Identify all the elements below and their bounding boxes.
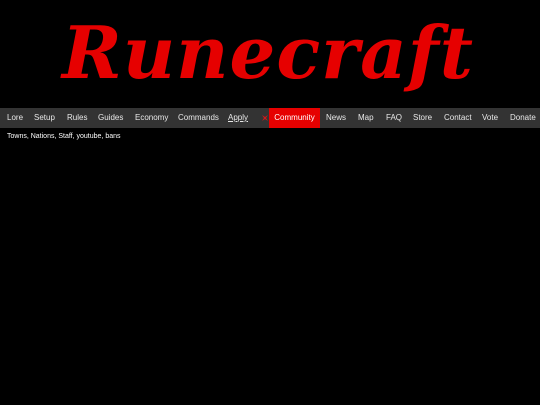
nav-item-community[interactable]: Community — [269, 108, 320, 128]
site-logo[interactable]: Runecraft — [0, 0, 540, 106]
nav-item-donate[interactable]: Donate — [510, 108, 536, 128]
nav-item-setup[interactable]: Setup — [34, 108, 55, 128]
logo-text: Runecraft — [60, 10, 474, 95]
main-nav: Lore Setup Rules Guides Economy Commands… — [0, 108, 540, 128]
nav-item-apply[interactable]: Apply — [228, 108, 248, 128]
page: Runecraft Lore Setup Rules Guides Econom… — [0, 0, 540, 405]
nav-item-store[interactable]: Store — [413, 108, 432, 128]
nav-item-guides[interactable]: Guides — [98, 108, 123, 128]
nav-item-news[interactable]: News — [326, 108, 346, 128]
minecraft-rune-icon — [262, 115, 268, 121]
nav-item-vote[interactable]: Vote — [482, 108, 498, 128]
nav-item-commands[interactable]: Commands — [178, 108, 219, 128]
community-subnav[interactable]: Towns, Nations, Staff, youtube, bans — [7, 133, 121, 140]
nav-item-faq[interactable]: FAQ — [386, 108, 402, 128]
nav-item-lore[interactable]: Lore — [7, 108, 23, 128]
nav-item-economy[interactable]: Economy — [135, 108, 168, 128]
nav-item-rules[interactable]: Rules — [67, 108, 87, 128]
nav-item-map[interactable]: Map — [358, 108, 374, 128]
nav-item-contact[interactable]: Contact — [444, 108, 472, 128]
